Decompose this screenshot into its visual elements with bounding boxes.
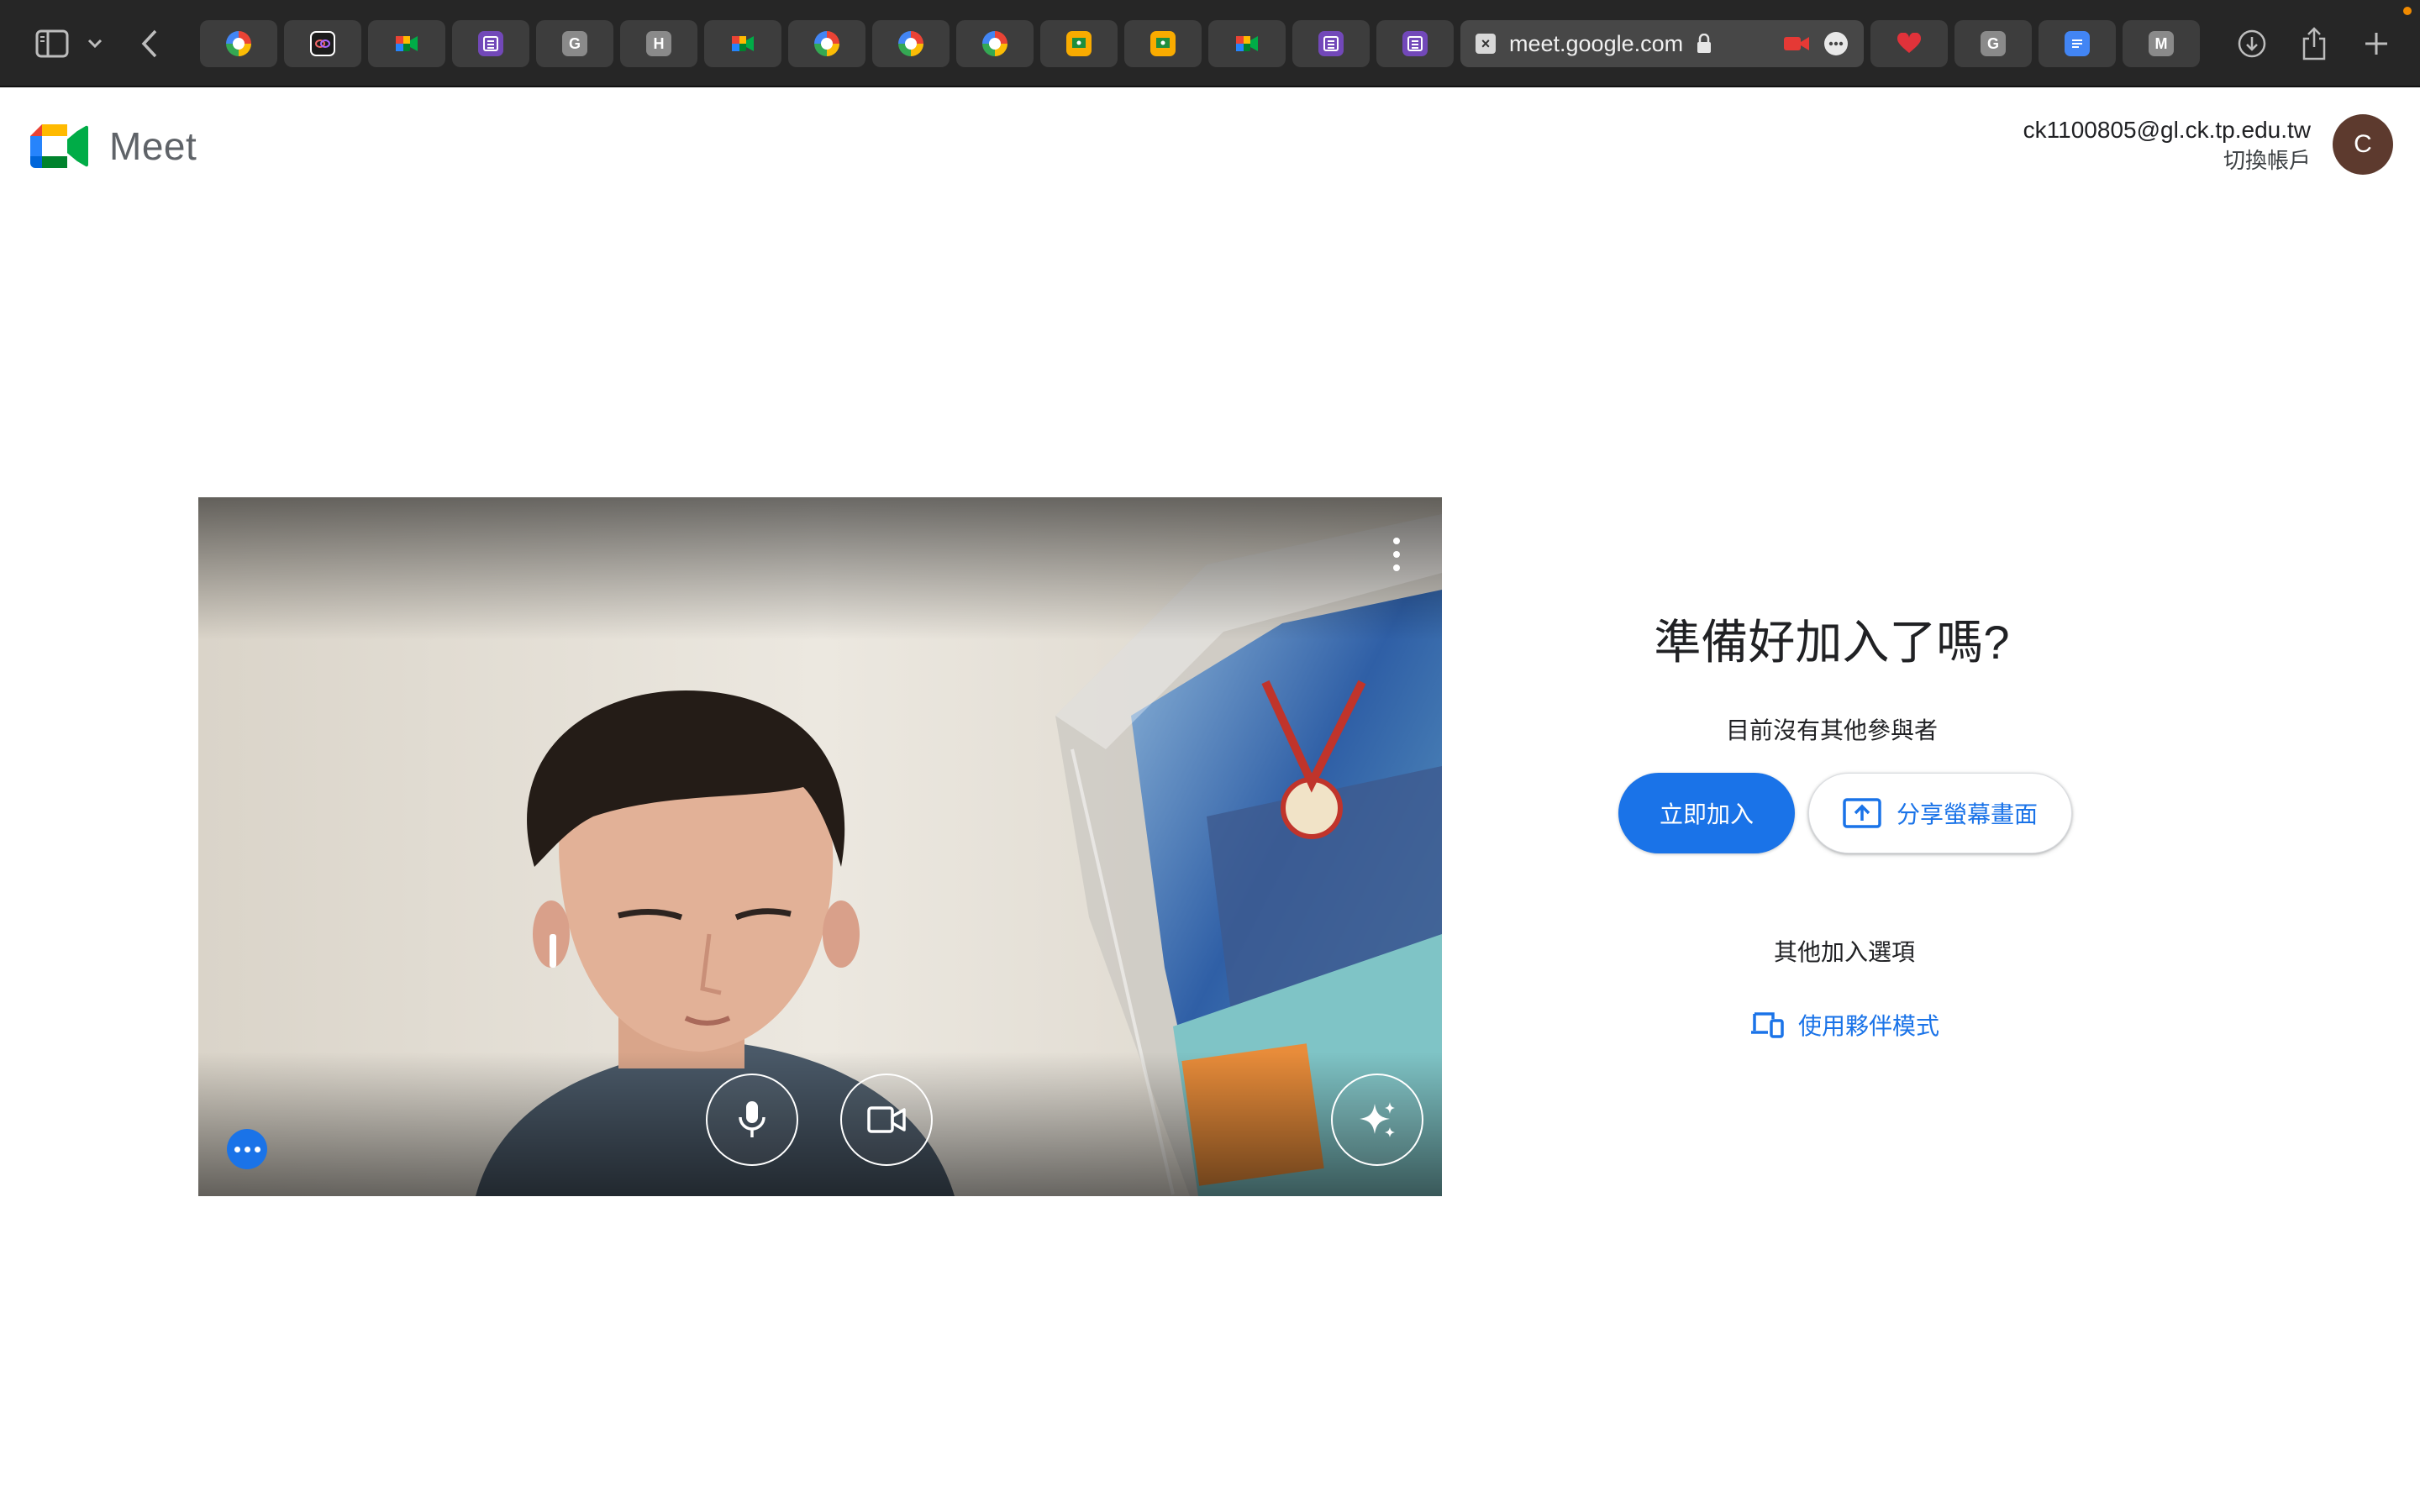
sparkle-icon	[1360, 1102, 1395, 1137]
companion-mode-label: 使用夥伴模式	[1798, 1013, 1940, 1039]
google-docs-icon	[2065, 31, 2090, 56]
google-icon	[226, 31, 251, 56]
participants-status: 目前沒有其他參與者	[1725, 717, 1938, 743]
visual-effects-button[interactable]	[1331, 1074, 1423, 1166]
google-icon	[982, 31, 1007, 56]
google-forms-icon	[478, 31, 503, 56]
google-meet-icon	[1234, 31, 1260, 56]
google-icon	[814, 31, 839, 56]
address-bar-url[interactable]: meet.google.com	[1509, 31, 1683, 57]
join-title: 準備好加入了嗎?	[1654, 616, 2010, 669]
lock-icon	[1697, 34, 1712, 53]
tab-creative-cloud[interactable]	[284, 20, 361, 67]
google-meet-icon	[730, 31, 755, 56]
letter-g-icon: G	[562, 31, 587, 56]
google-forms-icon	[1318, 31, 1344, 56]
avatar[interactable]: C	[2333, 114, 2393, 175]
tab-google[interactable]	[200, 20, 277, 67]
companion-mode-link[interactable]: 使用夥伴模式	[1749, 1008, 1939, 1042]
active-tab-meet[interactable]: × meet.google.com	[1460, 20, 1864, 67]
tab-g[interactable]: G	[536, 20, 613, 67]
google-forms-icon	[1402, 31, 1428, 56]
letter-h-icon: H	[646, 31, 671, 56]
tab-classroom[interactable]	[1124, 20, 1202, 67]
browser-toolbar: G H × meet.google.com G M	[0, 0, 2420, 87]
other-join-options-heading: 其他加入選項	[1773, 939, 1915, 965]
meet-logo[interactable]: Meet	[30, 123, 197, 170]
camera-feed-image	[198, 497, 1442, 1196]
tab-docs[interactable]	[2039, 20, 2116, 67]
tab-google[interactable]	[872, 20, 950, 67]
tab-forms[interactable]	[1376, 20, 1454, 67]
google-meet-icon	[30, 124, 89, 168]
tab-classroom[interactable]	[1040, 20, 1118, 67]
share-screen-button[interactable]: 分享螢幕畫面	[1808, 773, 2072, 853]
camera-recording-icon	[1784, 37, 1809, 50]
tab-m[interactable]: M	[2123, 20, 2200, 67]
more-options-icon[interactable]	[1392, 538, 1402, 571]
google-classroom-icon	[1150, 31, 1176, 56]
tab-google[interactable]	[956, 20, 1034, 67]
self-video-preview	[198, 497, 1442, 1196]
tab-forms[interactable]	[1292, 20, 1370, 67]
more-actions-icon[interactable]	[227, 1129, 267, 1169]
tab-forms[interactable]	[452, 20, 529, 67]
tab-favorites[interactable]	[1870, 20, 1948, 67]
tab-meet[interactable]	[1208, 20, 1286, 67]
heart-icon	[1897, 31, 1922, 56]
google-icon	[898, 31, 923, 56]
microphone-button[interactable]	[706, 1074, 798, 1166]
share-icon[interactable]	[2291, 20, 2338, 67]
tab-h[interactable]: H	[620, 20, 697, 67]
tab-meet[interactable]	[704, 20, 781, 67]
chevron-down-icon[interactable]	[74, 20, 116, 67]
app-name: Meet	[109, 124, 197, 168]
google-classroom-icon	[1066, 31, 1092, 56]
tab-g[interactable]: G	[1954, 20, 2032, 67]
tab-google[interactable]	[788, 20, 865, 67]
join-now-button[interactable]: 立即加入	[1618, 773, 1795, 853]
letter-g-icon: G	[1981, 31, 2006, 56]
tab-meet[interactable]	[368, 20, 445, 67]
account-email: ck1100805@gl.ck.tp.edu.tw	[2023, 117, 2311, 143]
switch-account-link[interactable]: 切換帳戶	[2023, 146, 2311, 175]
back-icon[interactable]	[126, 20, 173, 67]
more-options-icon[interactable]	[1823, 31, 1849, 56]
account-info: ck1100805@gl.ck.tp.edu.tw 切換帳戶	[2023, 114, 2311, 175]
creative-cloud-icon	[310, 31, 335, 56]
camera-button[interactable]	[840, 1074, 933, 1166]
downloads-icon[interactable]	[2228, 20, 2275, 67]
tab-strip: G H × meet.google.com G M	[200, 20, 2200, 67]
google-meet-icon	[394, 31, 419, 56]
video-camera-icon	[867, 1106, 906, 1133]
letter-m-icon: M	[2149, 31, 2174, 56]
share-screen-label: 分享螢幕畫面	[1896, 801, 2038, 827]
recording-indicator	[2403, 7, 2412, 15]
microphone-icon	[739, 1101, 765, 1137]
sidebar-toggle-icon[interactable]	[29, 20, 76, 67]
companion-mode-icon	[1751, 1012, 1784, 1038]
present-screen-icon	[1843, 798, 1881, 828]
new-tab-icon[interactable]	[2353, 20, 2400, 67]
close-tab-icon[interactable]: ×	[1476, 34, 1496, 54]
